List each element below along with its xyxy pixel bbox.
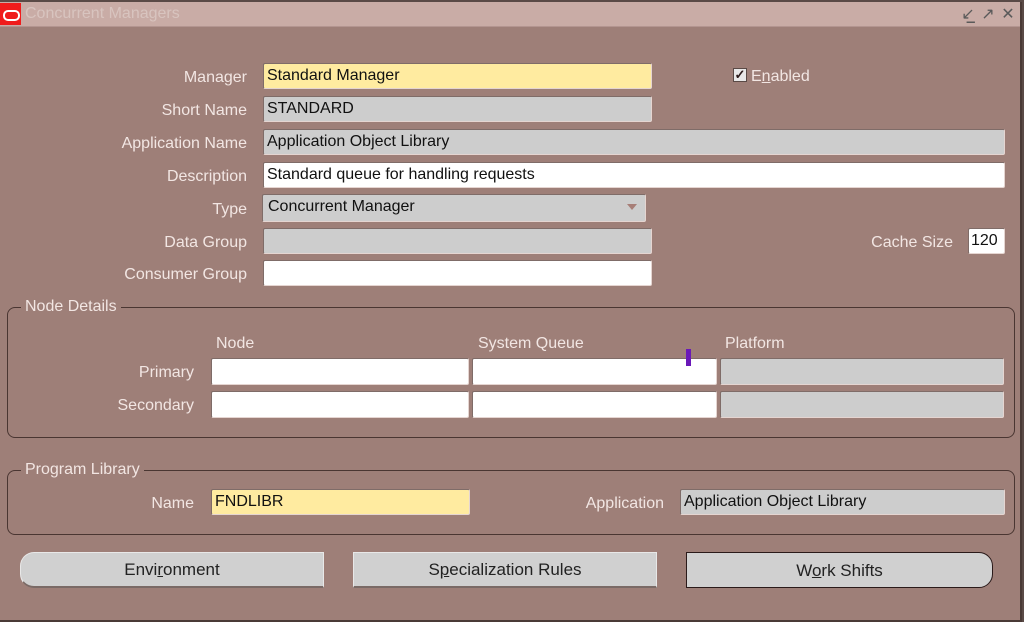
primary-platform-field[interactable] <box>720 358 1004 385</box>
data-group-field[interactable] <box>263 228 652 254</box>
library-application-label: Application <box>585 495 664 512</box>
type-label: Type <box>212 201 247 218</box>
oracle-logo-icon <box>0 3 21 25</box>
description-label: Description <box>166 168 247 185</box>
manager-label: Manager <box>183 69 247 86</box>
node-details-title: Node Details <box>21 298 121 316</box>
library-name-field[interactable]: FNDLIBR <box>211 489 470 515</box>
enabled-checkbox[interactable]: ✓ <box>733 68 747 82</box>
program-library-title: Program Library <box>21 461 144 479</box>
cache-size-field[interactable]: 120 <box>968 228 1005 254</box>
title-bar: Concurrent Managers ↙̲ ↗ ✕ <box>0 2 1020 27</box>
window-title: Concurrent Managers <box>25 5 180 22</box>
close-icon[interactable]: ✕ <box>1000 4 1016 24</box>
system-queue-column-header: System Queue <box>478 335 584 352</box>
secondary-row-label: Secondary <box>117 397 195 414</box>
application-name-label: Application Name <box>121 135 247 152</box>
short-name-label: Short Name <box>161 102 247 119</box>
short-name-field[interactable]: STANDARD <box>263 96 652 122</box>
application-name-field[interactable]: Application Object Library <box>263 129 1005 155</box>
library-name-label: Name <box>151 495 194 512</box>
library-application-field[interactable]: Application Object Library <box>680 489 1005 515</box>
secondary-node-field[interactable] <box>211 391 469 418</box>
cache-size-label: Cache Size <box>871 234 953 251</box>
enabled-label[interactable]: Enabled <box>751 68 810 86</box>
primary-row-label: Primary <box>138 364 194 381</box>
primary-system-queue-field[interactable] <box>472 358 717 385</box>
secondary-platform-field[interactable] <box>720 391 1004 418</box>
description-field[interactable]: Standard queue for handling requests <box>263 162 1005 188</box>
type-value: Concurrent Manager <box>268 198 415 215</box>
concurrent-managers-window: Concurrent Managers ↙̲ ↗ ✕ Manager Stand… <box>0 2 1022 622</box>
chevron-down-icon[interactable] <box>627 204 637 210</box>
platform-column-header: Platform <box>725 335 785 352</box>
specialization-rules-button[interactable]: Specialization Rules <box>353 552 657 588</box>
maximize-icon[interactable]: ↗ <box>980 4 996 24</box>
work-shifts-button[interactable]: Work Shifts <box>686 552 993 588</box>
manager-field[interactable]: Standard Manager <box>263 63 652 89</box>
minimize-icon[interactable]: ↙̲ <box>960 4 976 24</box>
secondary-system-queue-field[interactable] <box>472 391 717 418</box>
consumer-group-field[interactable] <box>263 260 652 286</box>
environment-button[interactable]: Environment <box>20 552 324 588</box>
type-dropdown[interactable]: Concurrent Manager <box>262 194 646 222</box>
text-cursor-icon <box>686 349 691 366</box>
primary-node-field[interactable] <box>211 358 469 385</box>
node-column-header: Node <box>216 335 255 352</box>
data-group-label: Data Group <box>164 234 247 251</box>
consumer-group-label: Consumer Group <box>124 266 247 283</box>
